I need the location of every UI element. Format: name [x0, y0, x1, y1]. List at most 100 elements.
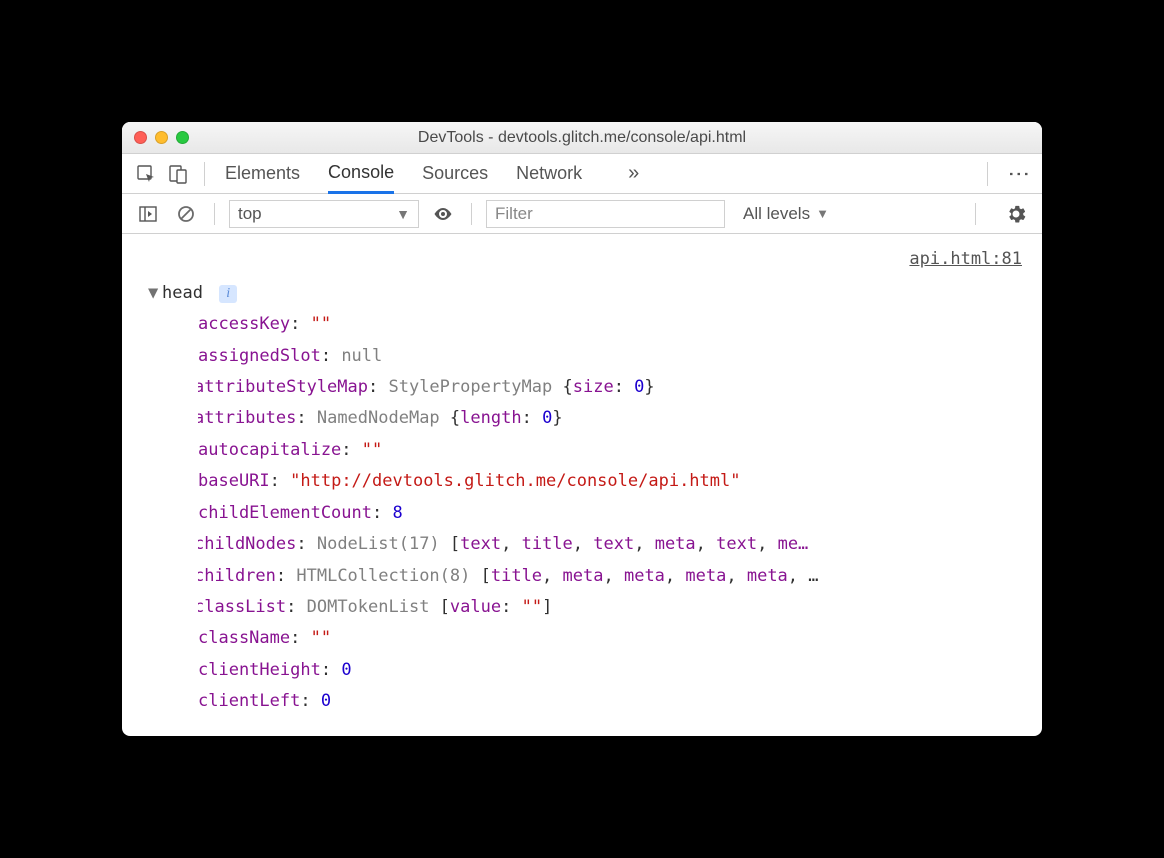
console-settings-icon[interactable]: [1002, 200, 1030, 228]
property-value-segment: [: [481, 566, 491, 586]
property-row[interactable]: ▶children: HTMLCollection(8) [title, met…: [198, 561, 1026, 592]
property-key: className: [198, 628, 290, 648]
property-value-segment: value: [450, 597, 501, 617]
property-row[interactable]: ▶attributeStyleMap: StylePropertyMap {si…: [198, 372, 1026, 403]
tab-console[interactable]: Console: [328, 155, 394, 194]
property-row: baseURI: "http://devtools.glitch.me/cons…: [198, 466, 1026, 497]
source-link[interactable]: api.html:81: [138, 244, 1026, 275]
property-value-segment: {: [450, 408, 460, 428]
property-value-segment: [: [440, 597, 450, 617]
property-value-segment: 0: [321, 691, 331, 711]
property-value-segment: "": [522, 597, 542, 617]
property-value-segment: null: [341, 346, 382, 366]
tab-network[interactable]: Network: [516, 154, 582, 193]
property-value-segment: NodeList(17): [317, 534, 450, 554]
clear-console-icon[interactable]: [172, 200, 200, 228]
context-selector-value: top: [238, 204, 262, 224]
property-value-segment: HTMLCollection(8): [296, 566, 480, 586]
property-key: clientHeight: [198, 660, 321, 680]
property-value-segment: text: [716, 534, 757, 554]
property-row: clientHeight: 0: [198, 655, 1026, 686]
devtools-window: DevTools - devtools.glitch.me/console/ap…: [122, 122, 1042, 736]
property-value-segment: , …: [788, 566, 819, 586]
separator: [214, 203, 215, 225]
property-row[interactable]: ▶childNodes: NodeList(17) [text, title, …: [198, 529, 1026, 560]
property-key: childElementCount: [198, 503, 372, 523]
property-row: assignedSlot: null: [198, 341, 1026, 372]
property-value-segment: title: [522, 534, 573, 554]
property-value-segment: ,: [573, 534, 593, 554]
info-icon[interactable]: i: [219, 285, 237, 303]
console-output: api.html:81 ▼head i accessKey: ""assigne…: [122, 234, 1042, 736]
inspect-element-icon[interactable]: [132, 160, 160, 188]
property-row: autocapitalize: "": [198, 435, 1026, 466]
property-value-segment: 0: [542, 408, 552, 428]
property-value-segment: :: [522, 408, 542, 428]
property-row: accessKey: "": [198, 309, 1026, 340]
property-value-segment: }: [644, 377, 654, 397]
property-key: autocapitalize: [198, 440, 341, 460]
disclosure-triangle-open-icon[interactable]: ▼: [148, 278, 160, 309]
property-value-segment: {: [562, 377, 572, 397]
property-value-segment: meta: [563, 566, 604, 586]
property-value-segment: :: [501, 597, 521, 617]
property-value-segment: ,: [603, 566, 623, 586]
property-row: clientLeft: 0: [198, 686, 1026, 717]
toggle-sidebar-icon[interactable]: [134, 200, 162, 228]
property-value-segment: "http://devtools.glitch.me/console/api.h…: [290, 471, 740, 491]
separator: [204, 162, 205, 186]
device-toolbar-icon[interactable]: [164, 160, 192, 188]
property-key: attributeStyleMap: [198, 377, 368, 397]
live-expression-icon[interactable]: [429, 200, 457, 228]
context-selector[interactable]: top ▼: [229, 200, 419, 228]
property-value-segment: meta: [747, 566, 788, 586]
property-value-segment: text: [593, 534, 634, 554]
tabs-overflow-icon[interactable]: »: [628, 162, 639, 185]
property-key: assignedSlot: [198, 346, 321, 366]
tab-sources[interactable]: Sources: [422, 154, 488, 193]
object-root-label: head: [162, 283, 203, 303]
titlebar[interactable]: DevTools - devtools.glitch.me/console/ap…: [122, 122, 1042, 154]
property-value-segment: ]: [542, 597, 552, 617]
property-value-segment: meta: [655, 534, 696, 554]
property-value-segment: ,: [542, 566, 562, 586]
property-row[interactable]: ▶attributes: NamedNodeMap {length: 0}: [198, 403, 1026, 434]
property-row: childElementCount: 8: [198, 498, 1026, 529]
minimize-button[interactable]: [155, 131, 168, 144]
property-key: baseURI: [198, 471, 270, 491]
separator: [987, 162, 988, 186]
property-key: clientLeft: [198, 691, 300, 711]
object-root[interactable]: ▼head i: [148, 278, 1026, 309]
log-levels-label: All levels: [743, 204, 810, 224]
property-key: children: [198, 566, 276, 586]
property-row[interactable]: ▶classList: DOMTokenList [value: ""]: [198, 592, 1026, 623]
log-levels-selector[interactable]: All levels ▼: [743, 204, 829, 224]
property-value-segment: length: [460, 408, 521, 428]
window-title: DevTools - devtools.glitch.me/console/ap…: [122, 129, 1042, 147]
property-value-segment: "": [311, 314, 331, 334]
tab-elements[interactable]: Elements: [225, 154, 300, 193]
property-value-segment: DOMTokenList: [307, 597, 440, 617]
property-value-segment: ,: [757, 534, 777, 554]
property-value-segment: text: [460, 534, 501, 554]
maximize-button[interactable]: [176, 131, 189, 144]
property-key: accessKey: [198, 314, 290, 334]
property-value-segment: ,: [501, 534, 521, 554]
panel-tabs: Elements Console Sources Network »: [225, 154, 639, 193]
close-button[interactable]: [134, 131, 147, 144]
filter-input[interactable]: [486, 200, 725, 228]
property-row: className: "": [198, 623, 1026, 654]
property-value-segment: ,: [696, 534, 716, 554]
property-value-segment: title: [491, 566, 542, 586]
property-value-segment: }: [552, 408, 562, 428]
property-value-segment: size: [573, 377, 614, 397]
property-value-segment: :: [614, 377, 634, 397]
settings-menu-icon[interactable]: ⋮: [1006, 163, 1032, 185]
property-value-segment: 0: [341, 660, 351, 680]
chevron-down-icon: ▼: [816, 206, 829, 221]
property-list: accessKey: ""assignedSlot: null▶attribut…: [198, 309, 1026, 718]
property-key: attributes: [198, 408, 296, 428]
property-value-segment: ,: [726, 566, 746, 586]
separator: [975, 203, 976, 225]
separator: [471, 203, 472, 225]
